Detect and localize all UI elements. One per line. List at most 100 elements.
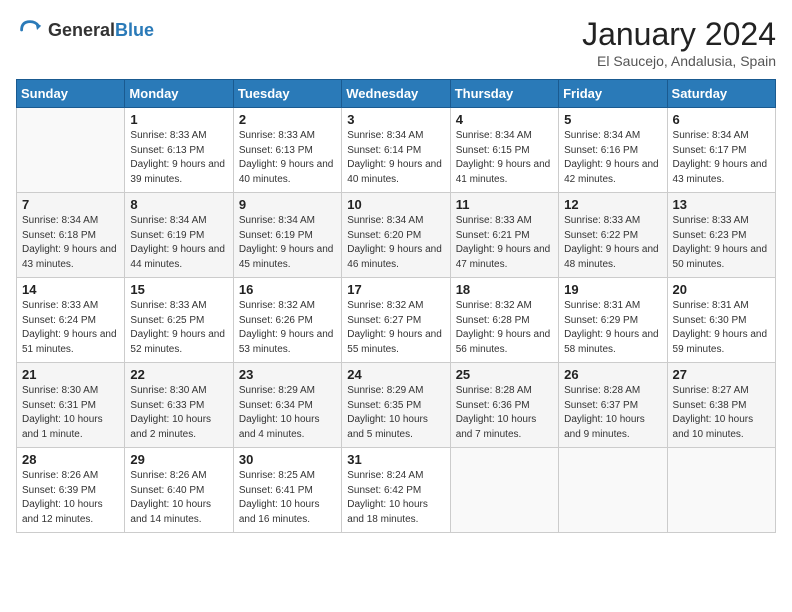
- calendar-cell: [17, 108, 125, 193]
- day-info: Sunrise: 8:34 AMSunset: 6:17 PMDaylight:…: [673, 129, 770, 187]
- day-info: Sunrise: 8:26 AMSunset: 6:40 PMDaylight:…: [130, 469, 227, 527]
- weekday-header-saturday: Saturday: [667, 80, 775, 108]
- day-number: 5: [564, 112, 661, 127]
- day-info: Sunrise: 8:33 AMSunset: 6:24 PMDaylight:…: [22, 299, 119, 357]
- calendar-cell: 10 Sunrise: 8:34 AMSunset: 6:20 PMDayligh…: [342, 193, 450, 278]
- day-number: 9: [239, 197, 336, 212]
- calendar-table: SundayMondayTuesdayWednesdayThursdayFrid…: [16, 79, 776, 533]
- calendar-cell: [559, 448, 667, 533]
- day-number: 17: [347, 282, 444, 297]
- calendar-cell: 8 Sunrise: 8:34 AMSunset: 6:19 PMDaylight…: [125, 193, 233, 278]
- calendar-cell: 16Sunrise: 8:32 AMSunset: 6:26 PMDayligh…: [233, 278, 341, 363]
- calendar-cell: 24Sunrise: 8:29 AMSunset: 6:35 PMDayligh…: [342, 363, 450, 448]
- day-number: 16: [239, 282, 336, 297]
- calendar-cell: 22Sunrise: 8:30 AMSunset: 6:33 PMDayligh…: [125, 363, 233, 448]
- calendar-cell: 14 Sunrise: 8:33 AMSunset: 6:24 PMDayligh…: [17, 278, 125, 363]
- day-number: 15: [130, 282, 227, 297]
- day-info: Sunrise: 8:34 AMSunset: 6:18 PMDaylight:…: [22, 214, 119, 272]
- day-number: 29: [130, 452, 227, 467]
- day-info: Sunrise: 8:30 AMSunset: 6:33 PMDaylight:…: [130, 384, 227, 442]
- day-number: 31: [347, 452, 444, 467]
- day-number: 21: [22, 367, 119, 382]
- title-area: January 2024 El Saucejo, Andalusia, Spai…: [582, 16, 776, 69]
- day-number: 4: [456, 112, 553, 127]
- calendar-cell: 18Sunrise: 8:32 AMSunset: 6:28 PMDayligh…: [450, 278, 558, 363]
- day-number: 14: [22, 282, 119, 297]
- day-number: 20: [673, 282, 770, 297]
- calendar-cell: 9 Sunrise: 8:34 AMSunset: 6:19 PMDaylight…: [233, 193, 341, 278]
- day-info: Sunrise: 8:28 AMSunset: 6:36 PMDaylight:…: [456, 384, 553, 442]
- day-number: 3: [347, 112, 444, 127]
- day-number: 13: [673, 197, 770, 212]
- calendar-cell: 29 Sunrise: 8:26 AMSunset: 6:40 PMDayligh…: [125, 448, 233, 533]
- calendar-cell: [667, 448, 775, 533]
- weekday-header-sunday: Sunday: [17, 80, 125, 108]
- day-info: Sunrise: 8:30 AMSunset: 6:31 PMDaylight:…: [22, 384, 119, 442]
- day-info: Sunrise: 8:28 AMSunset: 6:37 PMDaylight:…: [564, 384, 661, 442]
- day-number: 23: [239, 367, 336, 382]
- calendar-cell: 4 Sunrise: 8:34 AMSunset: 6:15 PMDaylight…: [450, 108, 558, 193]
- calendar-cell: 1 Sunrise: 8:33 AMSunset: 6:13 PMDaylight…: [125, 108, 233, 193]
- calendar-cell: 28 Sunrise: 8:26 AMSunset: 6:39 PMDayligh…: [17, 448, 125, 533]
- day-info: Sunrise: 8:29 AMSunset: 6:34 PMDaylight:…: [239, 384, 336, 442]
- calendar-cell: 13 Sunrise: 8:33 AMSunset: 6:23 PMDayligh…: [667, 193, 775, 278]
- calendar-cell: 30Sunrise: 8:25 AMSunset: 6:41 PMDayligh…: [233, 448, 341, 533]
- calendar-cell: 26 Sunrise: 8:28 AMSunset: 6:37 PMDayligh…: [559, 363, 667, 448]
- day-number: 19: [564, 282, 661, 297]
- day-number: 10: [347, 197, 444, 212]
- day-info: Sunrise: 8:27 AMSunset: 6:38 PMDaylight:…: [673, 384, 770, 442]
- day-info: Sunrise: 8:33 AMSunset: 6:25 PMDaylight:…: [130, 299, 227, 357]
- calendar-week-row: 28 Sunrise: 8:26 AMSunset: 6:39 PMDayligh…: [17, 448, 776, 533]
- calendar-cell: [450, 448, 558, 533]
- day-info: Sunrise: 8:24 AMSunset: 6:42 PMDaylight:…: [347, 469, 444, 527]
- calendar-cell: 27Sunrise: 8:27 AMSunset: 6:38 PMDayligh…: [667, 363, 775, 448]
- day-info: Sunrise: 8:34 AMSunset: 6:15 PMDaylight:…: [456, 129, 553, 187]
- day-info: Sunrise: 8:34 AMSunset: 6:20 PMDaylight:…: [347, 214, 444, 272]
- day-info: Sunrise: 8:33 AMSunset: 6:13 PMDaylight:…: [130, 129, 227, 187]
- logo-blue: Blue: [115, 21, 154, 39]
- day-number: 24: [347, 367, 444, 382]
- weekday-header-thursday: Thursday: [450, 80, 558, 108]
- day-number: 8: [130, 197, 227, 212]
- calendar-cell: 15 Sunrise: 8:33 AMSunset: 6:25 PMDayligh…: [125, 278, 233, 363]
- calendar-cell: 21 Sunrise: 8:30 AMSunset: 6:31 PMDayligh…: [17, 363, 125, 448]
- calendar-cell: 25 Sunrise: 8:28 AMSunset: 6:36 PMDayligh…: [450, 363, 558, 448]
- logo-general: General: [48, 21, 115, 39]
- day-info: Sunrise: 8:34 AMSunset: 6:19 PMDaylight:…: [239, 214, 336, 272]
- calendar-cell: 20 Sunrise: 8:31 AMSunset: 6:30 PMDayligh…: [667, 278, 775, 363]
- calendar-cell: 11 Sunrise: 8:33 AMSunset: 6:21 PMDayligh…: [450, 193, 558, 278]
- day-number: 28: [22, 452, 119, 467]
- day-info: Sunrise: 8:32 AMSunset: 6:27 PMDaylight:…: [347, 299, 444, 357]
- calendar-cell: 2Sunrise: 8:33 AMSunset: 6:13 PMDaylight…: [233, 108, 341, 193]
- calendar-week-row: 14 Sunrise: 8:33 AMSunset: 6:24 PMDayligh…: [17, 278, 776, 363]
- day-number: 1: [130, 112, 227, 127]
- calendar-week-row: 1 Sunrise: 8:33 AMSunset: 6:13 PMDaylight…: [17, 108, 776, 193]
- weekday-header-friday: Friday: [559, 80, 667, 108]
- day-number: 6: [673, 112, 770, 127]
- day-number: 30: [239, 452, 336, 467]
- day-info: Sunrise: 8:31 AMSunset: 6:30 PMDaylight:…: [673, 299, 770, 357]
- page-header: General Blue January 2024 El Saucejo, An…: [16, 16, 776, 69]
- location-subtitle: El Saucejo, Andalusia, Spain: [582, 53, 776, 69]
- calendar-cell: 17 Sunrise: 8:32 AMSunset: 6:27 PMDayligh…: [342, 278, 450, 363]
- day-number: 12: [564, 197, 661, 212]
- day-info: Sunrise: 8:34 AMSunset: 6:14 PMDaylight:…: [347, 129, 444, 187]
- logo: General Blue: [16, 16, 154, 44]
- calendar-cell: 19Sunrise: 8:31 AMSunset: 6:29 PMDayligh…: [559, 278, 667, 363]
- day-info: Sunrise: 8:33 AMSunset: 6:21 PMDaylight:…: [456, 214, 553, 272]
- day-info: Sunrise: 8:34 AMSunset: 6:16 PMDaylight:…: [564, 129, 661, 187]
- calendar-cell: 31 Sunrise: 8:24 AMSunset: 6:42 PMDayligh…: [342, 448, 450, 533]
- day-info: Sunrise: 8:26 AMSunset: 6:39 PMDaylight:…: [22, 469, 119, 527]
- day-info: Sunrise: 8:33 AMSunset: 6:23 PMDaylight:…: [673, 214, 770, 272]
- logo-icon: [16, 16, 44, 44]
- month-title: January 2024: [582, 16, 776, 53]
- calendar-cell: 23 Sunrise: 8:29 AMSunset: 6:34 PMDayligh…: [233, 363, 341, 448]
- calendar-cell: 12Sunrise: 8:33 AMSunset: 6:22 PMDayligh…: [559, 193, 667, 278]
- day-info: Sunrise: 8:34 AMSunset: 6:19 PMDaylight:…: [130, 214, 227, 272]
- day-number: 25: [456, 367, 553, 382]
- day-info: Sunrise: 8:32 AMSunset: 6:28 PMDaylight:…: [456, 299, 553, 357]
- day-number: 11: [456, 197, 553, 212]
- calendar-week-row: 7 Sunrise: 8:34 AMSunset: 6:18 PMDaylight…: [17, 193, 776, 278]
- day-number: 7: [22, 197, 119, 212]
- day-number: 26: [564, 367, 661, 382]
